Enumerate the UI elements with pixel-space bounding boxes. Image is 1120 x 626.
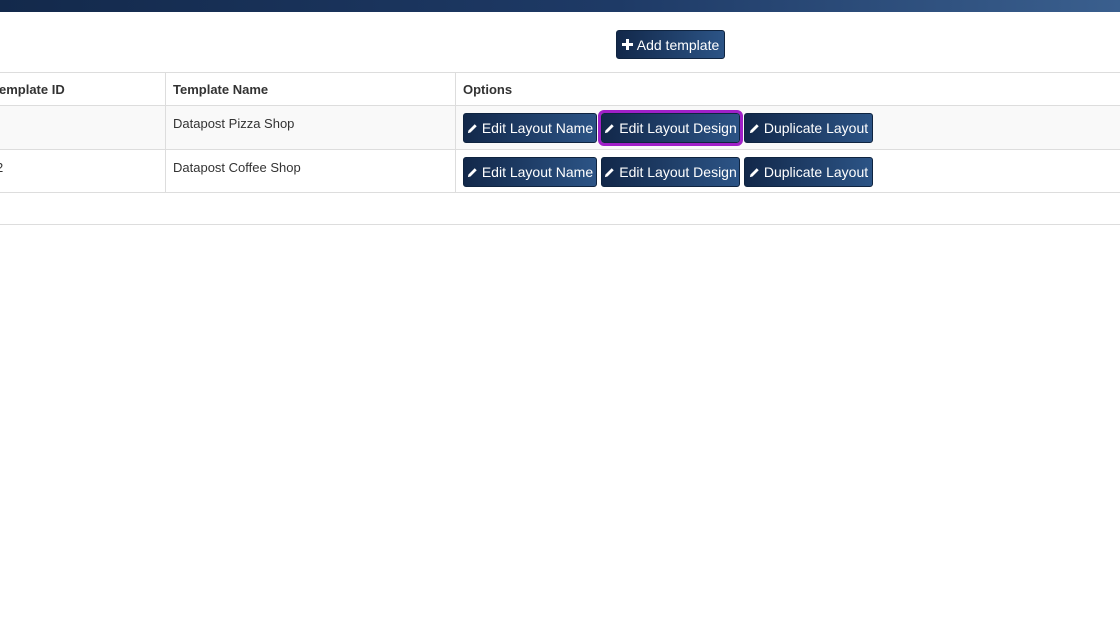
header-options: Options [463, 82, 513, 97]
table-footer-line [0, 224, 1120, 225]
edit-layout-design-button[interactable]: Edit Layout Design [598, 110, 743, 146]
add-template-button[interactable]: Add template [616, 30, 725, 59]
header-template-name[interactable]: Template Name [173, 82, 268, 97]
header-template-id[interactable]: Template ID [0, 82, 65, 97]
duplicate-layout-button[interactable]: Duplicate Layout [744, 113, 873, 143]
duplicate-layout-button[interactable]: Duplicate Layout [744, 157, 873, 187]
edit-layout-name-label: Edit Layout Name [481, 164, 594, 180]
duplicate-layout-label: Duplicate Layout [763, 164, 869, 180]
template-name-cell: Datapost Pizza Shop [173, 116, 295, 131]
template-id-cell: 2 [0, 160, 3, 175]
edit-layout-design-button[interactable]: Edit Layout Design [601, 157, 740, 187]
edit-layout-name-button[interactable]: Edit Layout Name [463, 113, 597, 143]
pencil-icon [604, 123, 615, 134]
template-name-cell: Datapost Coffee Shop [173, 160, 301, 175]
table-row: 2 Datapost Coffee Shop Edit Layout Name … [0, 150, 1120, 193]
pencil-icon [749, 123, 760, 134]
edit-layout-design-label: Edit Layout Design [619, 120, 737, 136]
duplicate-layout-label: Duplicate Layout [763, 120, 869, 136]
pencil-icon [604, 167, 615, 178]
table-row: Datapost Pizza Shop Edit Layout Name Edi… [0, 106, 1120, 149]
edit-layout-design-label: Edit Layout Design [619, 164, 737, 180]
header-bar [0, 0, 1120, 12]
column-divider [165, 72, 166, 193]
add-template-label: Add template [636, 36, 720, 53]
edit-layout-name-label: Edit Layout Name [481, 120, 594, 136]
edit-layout-name-button[interactable]: Edit Layout Name [463, 157, 597, 187]
column-divider [455, 72, 456, 193]
pencil-icon [749, 167, 760, 178]
pencil-icon [467, 123, 478, 134]
pencil-icon [467, 167, 478, 178]
plus-icon [621, 39, 633, 50]
table-border-top [0, 72, 1120, 73]
